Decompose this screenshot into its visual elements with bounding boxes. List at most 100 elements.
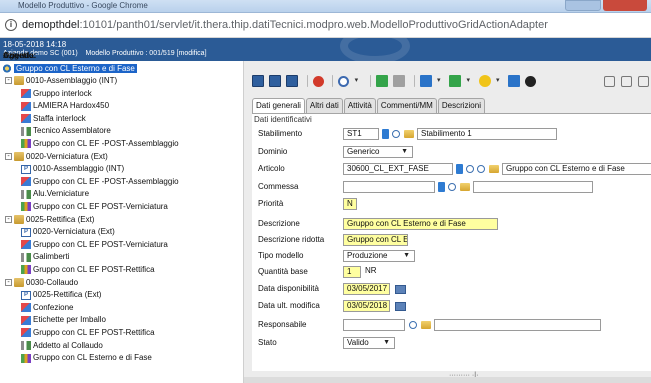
cube-icon <box>21 303 31 313</box>
collapse-icon[interactable]: - <box>5 215 12 223</box>
tab-altri-dati[interactable]: Altri dati <box>305 98 343 113</box>
navigate-icon[interactable] <box>338 75 350 87</box>
link-icon <box>21 265 31 275</box>
tab-attivita[interactable]: Attività <box>343 98 376 113</box>
bookmark-icon[interactable] <box>438 182 445 192</box>
search-icon[interactable] <box>393 75 406 87</box>
url-host: demopthdel <box>22 19 80 31</box>
collapse-icon[interactable]: - <box>5 278 12 286</box>
tree-phase-node[interactable]: - 0010-Assemblaggio (INT) <box>5 75 117 86</box>
print-icon[interactable] <box>620 76 632 87</box>
data-mod-label: Data ult. modifica <box>258 301 320 310</box>
dominio-select[interactable]: Generico ▼ <box>343 146 413 158</box>
chevron-down-icon[interactable]: ▾ <box>355 75 362 87</box>
wizard-icon[interactable] <box>478 75 491 87</box>
folder-icon[interactable] <box>489 165 499 173</box>
settings-icon[interactable] <box>638 76 649 87</box>
bookmark-icon[interactable] <box>382 129 389 139</box>
tree-node-label: 0025-Rettifica (Ext) <box>33 290 102 300</box>
tab-descrizioni[interactable]: Descrizioni <box>437 98 485 113</box>
priorita-field[interactable]: N <box>343 198 357 210</box>
chevron-down-icon[interactable]: ▾ <box>467 75 474 87</box>
edit-icon[interactable] <box>419 75 432 87</box>
save-close-icon[interactable] <box>269 75 282 87</box>
search-icon[interactable] <box>409 321 417 329</box>
close-window-button[interactable] <box>603 0 647 11</box>
articolo-code-field[interactable]: 30600_CL_EXT_FASE <box>343 163 453 175</box>
tree-item-node[interactable]: Gruppo con CL EF POST-Verniciatura <box>21 239 168 250</box>
structure-tree[interactable]: Gruppo con CL Esterno e di Fase - 0010-As… <box>0 61 244 383</box>
quantita-field[interactable]: 1 <box>343 266 361 278</box>
undo-icon[interactable] <box>312 75 324 87</box>
tree-item-node[interactable]: Gruppo con CL EF -POST-Assemblaggio <box>21 138 179 149</box>
data-mod-field[interactable]: 03/05/2018 <box>343 300 390 312</box>
tree-item-node[interactable]: Staffa interlock <box>21 113 86 124</box>
tree-item-node[interactable]: LAMIERA Hardox450 <box>21 100 109 111</box>
stabilimento-label: Stabilimento <box>258 129 303 138</box>
tree-item-node[interactable]: Gruppo con CL EF -POST-Assemblaggio <box>21 176 179 187</box>
folder-icon[interactable] <box>404 130 414 138</box>
stabilimento-code-field[interactable]: ST1 <box>343 128 379 140</box>
tree-item-node[interactable]: Gruppo con CL EF POST-Rettifica <box>21 264 155 275</box>
responsabile-field[interactable] <box>343 319 405 331</box>
data-disp-field[interactable]: 03/05/2017 <box>343 283 390 295</box>
tree-item-node[interactable]: Tecnico Assemblatore <box>21 125 111 136</box>
tab-dati-generali[interactable]: Dati generali <box>252 98 305 113</box>
tree-item-node[interactable]: Gruppo con CL EF POST-Rettifica <box>21 327 155 338</box>
tree-phase-node[interactable]: - 0025-Rettifica (Ext) <box>5 214 94 225</box>
stato-select[interactable]: Valido ▼ <box>343 337 395 349</box>
responsabile-label: Responsabile <box>258 320 307 329</box>
collapse-icon[interactable]: - <box>5 152 12 160</box>
tree-item-node[interactable]: Gruppo con CL EF POST-Verniciatura <box>21 201 168 212</box>
tab-bar: Dati generali Altri dati Attività Commenti/… <box>252 98 486 113</box>
document-icon[interactable] <box>508 75 521 87</box>
tipo-modello-select[interactable]: Produzione ▼ <box>343 250 415 262</box>
tree-phase-node[interactable]: - 0020-Verniciatura (Ext) <box>5 151 108 162</box>
chevron-down-icon[interactable]: ▾ <box>496 75 503 87</box>
data-disp-label: Data disponibilità <box>258 284 319 293</box>
search-icon[interactable] <box>466 165 474 173</box>
stato-row: Stato Valido ▼ <box>258 337 458 350</box>
chevron-down-icon[interactable]: ▾ <box>437 75 444 87</box>
tree-item-node[interactable]: Addetto al Collaudo <box>21 340 103 351</box>
horizontal-scrollbar[interactable] <box>244 377 651 383</box>
search-icon[interactable] <box>448 183 456 191</box>
save-as-icon[interactable] <box>286 75 299 87</box>
tree-item-node[interactable]: Confezione <box>21 302 73 313</box>
tree-root[interactable]: Gruppo con CL Esterno e di Fase <box>2 63 137 74</box>
stabilimento-desc-field: Stabilimento 1 <box>417 128 557 140</box>
calendar-icon[interactable] <box>395 302 406 311</box>
folder-icon[interactable] <box>460 183 470 191</box>
tree-item-node[interactable]: P 0010-Assemblaggio (INT) <box>21 163 124 174</box>
tab-commenti[interactable]: Commenti/MM <box>376 98 437 113</box>
cube-icon <box>21 315 31 325</box>
tree-item-node[interactable]: Gruppo interlock <box>21 88 92 99</box>
help-icon[interactable] <box>525 75 537 87</box>
tree-item-node[interactable]: Alu.Verniciature <box>21 188 89 199</box>
descrizione-field[interactable]: Gruppo con CL Esterno e di Fase <box>343 218 498 230</box>
tree-item-node[interactable]: Galimberti <box>21 251 69 262</box>
tree-item-node[interactable]: P 0020-Verniciatura (Ext) <box>21 226 115 237</box>
folder-icon[interactable] <box>421 321 431 329</box>
home-icon[interactable] <box>603 76 615 87</box>
tree-item-node[interactable]: Gruppo con CL Esterno e di Fase <box>21 352 152 363</box>
tree-phase-node[interactable]: - 0030-Collaudo <box>5 277 78 288</box>
calendar-icon[interactable] <box>395 285 406 294</box>
articolo-label: Articolo <box>258 164 285 173</box>
dominio-value: Generico <box>347 147 380 156</box>
commessa-field[interactable] <box>343 181 435 193</box>
minimize-button[interactable] <box>565 0 601 11</box>
address-bar[interactable]: i demopthdel:10101/panth01/servlet/it.th… <box>0 13 651 38</box>
bookmark-icon[interactable] <box>456 164 463 174</box>
url-text[interactable]: demopthdel:10101/panth01/servlet/it.ther… <box>22 19 548 31</box>
save-icon[interactable] <box>252 75 264 87</box>
tools-icon[interactable] <box>376 75 389 87</box>
info-icon[interactable]: i <box>5 19 17 31</box>
tree-item-node[interactable]: Etichette per Imballo <box>21 314 106 325</box>
descrizione-ridotta-field[interactable]: Gruppo con CL E <box>343 234 408 246</box>
tree-item-node[interactable]: P 0025-Rettifica (Ext) <box>21 289 101 300</box>
mail-icon[interactable] <box>449 75 462 87</box>
collapse-icon[interactable]: - <box>5 77 12 85</box>
advanced-search-icon[interactable] <box>477 165 485 173</box>
search-icon[interactable] <box>392 130 400 138</box>
